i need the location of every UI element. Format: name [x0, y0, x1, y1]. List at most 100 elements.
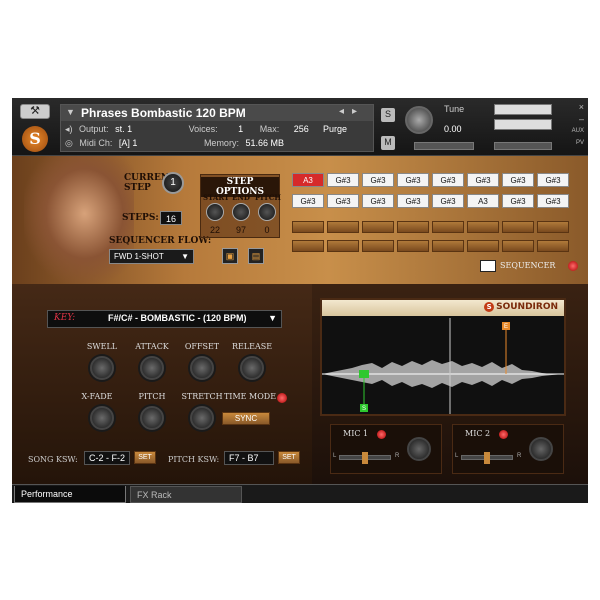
step-cell[interactable]: G#3: [327, 194, 359, 208]
midi-value[interactable]: [A] 1: [119, 138, 138, 148]
output-label: Output:: [79, 124, 109, 134]
pitch-ksw-set-button[interactable]: SET: [278, 451, 300, 464]
step-cell[interactable]: G#3: [502, 173, 534, 187]
mute-button[interactable]: M: [381, 136, 395, 150]
step-cell[interactable]: G#3: [362, 173, 394, 187]
step-cell[interactable]: G#3: [467, 173, 499, 187]
time-mode-toggle[interactable]: [277, 393, 287, 403]
step-cell[interactable]: A3: [467, 194, 499, 208]
mic1-volume-knob[interactable]: [407, 437, 431, 461]
step-bar[interactable]: [362, 240, 394, 252]
mic1-pan-handle[interactable]: [362, 452, 368, 464]
waveform-display[interactable]: S SOUNDIRON S E: [320, 298, 566, 416]
minimize-icon[interactable]: –: [579, 114, 584, 124]
mic1-toggle[interactable]: [377, 430, 386, 439]
sequencer-toggle[interactable]: [568, 261, 578, 271]
step-bar[interactable]: [537, 221, 569, 233]
step-bar[interactable]: [362, 221, 394, 233]
step-bar[interactable]: [537, 240, 569, 252]
save-icon[interactable]: ▣: [222, 248, 238, 264]
step-cell[interactable]: G#3: [397, 173, 429, 187]
current-step-knob[interactable]: 1: [162, 172, 184, 194]
mic1-pan-slider[interactable]: [339, 452, 391, 464]
start-knob[interactable]: [206, 203, 224, 221]
step-cell[interactable]: G#3: [432, 173, 464, 187]
sequencer-flow-select[interactable]: FWD 1-SHOT ▼: [109, 249, 194, 264]
step-cell[interactable]: G#3: [327, 173, 359, 187]
step-cell[interactable]: G#3: [362, 194, 394, 208]
key-label: KEY:: [54, 313, 76, 323]
start-marker-knob: [359, 370, 369, 378]
step-bar[interactable]: [467, 240, 499, 252]
mic2-toggle[interactable]: [499, 430, 508, 439]
solo-button[interactable]: S: [381, 108, 395, 122]
swell-knob[interactable]: [90, 356, 114, 380]
step-bar[interactable]: [327, 221, 359, 233]
sequencer-label: SEQUENCER: [500, 261, 556, 270]
instrument-name[interactable]: Phrases Bombastic 120 BPM: [81, 106, 246, 120]
output-value[interactable]: st. 1: [115, 124, 132, 134]
grid-icon[interactable]: [480, 260, 496, 272]
step-bar[interactable]: [292, 240, 324, 252]
step-cell[interactable]: G#3: [292, 194, 324, 208]
pitch-ksw-field[interactable]: F7 - B7: [224, 451, 274, 465]
voices-label: Voices:: [188, 124, 218, 134]
step-cell[interactable]: G#3: [502, 194, 534, 208]
wrench-icon[interactable]: ⚒: [20, 104, 50, 119]
max-label: Max:: [259, 124, 280, 134]
brand-text: SOUNDIRON: [496, 302, 558, 312]
key-value: F#/C# - BOMBASTIC - (120 BPM): [108, 313, 247, 323]
attack-knob[interactable]: [140, 356, 164, 380]
pv-label[interactable]: PV: [576, 140, 584, 146]
tune-knob[interactable]: [405, 106, 433, 134]
step-bar[interactable]: [467, 221, 499, 233]
tab-fx-rack[interactable]: FX Rack: [130, 486, 242, 503]
step-cell[interactable]: G#3: [397, 194, 429, 208]
song-ksw-field[interactable]: C-2 - F-2: [84, 451, 130, 465]
pitch-knob[interactable]: [258, 203, 276, 221]
close-icon[interactable]: ×: [579, 102, 584, 112]
step-cell[interactable]: G#3: [537, 173, 569, 187]
collapse-arrow-icon[interactable]: ▼: [66, 107, 75, 117]
aux-label[interactable]: AUX: [572, 128, 584, 134]
xfade-knob[interactable]: [90, 406, 114, 430]
sync-button[interactable]: SYNC: [222, 412, 270, 425]
midi-label: Midi Ch:: [79, 138, 113, 148]
volume-slider[interactable]: [494, 142, 552, 150]
step-bar[interactable]: [502, 240, 534, 252]
release-knob[interactable]: [240, 356, 264, 380]
step-bar[interactable]: [432, 240, 464, 252]
load-folder-icon[interactable]: ▤: [248, 248, 264, 264]
step-bar[interactable]: [292, 221, 324, 233]
mic2-pan-slider[interactable]: [461, 452, 513, 464]
midi-row: ◎ Midi Ch: [A] 1 Memory: 51.66 MB: [65, 138, 288, 149]
step-bar[interactable]: [397, 221, 429, 233]
mic2-volume-knob[interactable]: [529, 437, 553, 461]
prev-next-icon[interactable]: ◂▸: [339, 106, 365, 117]
pan-slider[interactable]: [414, 142, 474, 150]
pitch-knob-control[interactable]: [140, 406, 164, 430]
step-bar[interactable]: [397, 240, 429, 252]
step-cell[interactable]: G#3: [537, 194, 569, 208]
purge-dropdown[interactable]: Purge: [323, 124, 347, 134]
steps-field[interactable]: 16: [160, 211, 182, 225]
step-cell[interactable]: A3: [292, 173, 324, 187]
performance-controls: KEY: F#/C# - BOMBASTIC - (120 BPM) ▼ SWE…: [12, 284, 312, 484]
step-cell[interactable]: G#3: [432, 194, 464, 208]
tab-performance[interactable]: Performance: [14, 486, 126, 503]
step-bar[interactable]: [432, 221, 464, 233]
release-label: RELEASE: [231, 342, 273, 351]
song-ksw-set-button[interactable]: SET: [134, 451, 156, 464]
step-bar[interactable]: [327, 240, 359, 252]
brand-bar: S SOUNDIRON: [322, 300, 564, 316]
midi-icon: ◎: [65, 138, 73, 148]
pitch-ksw-label: PITCH KSW:: [168, 455, 220, 464]
mic2-pan-handle[interactable]: [484, 452, 490, 464]
pitch-value: 0: [264, 225, 270, 235]
offset-knob[interactable]: [190, 356, 214, 380]
key-select[interactable]: KEY: F#/C# - BOMBASTIC - (120 BPM) ▼: [47, 310, 282, 328]
stretch-knob[interactable]: [190, 406, 214, 430]
step-bar[interactable]: [502, 221, 534, 233]
max-value[interactable]: 256: [294, 124, 309, 134]
end-knob[interactable]: [232, 203, 250, 221]
